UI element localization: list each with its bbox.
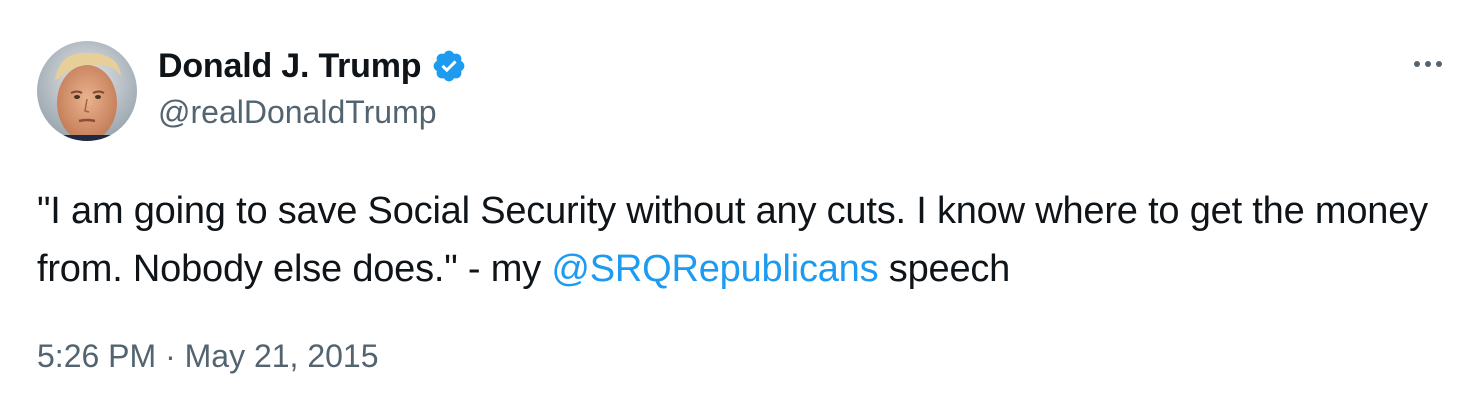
more-options-icon[interactable] [1406,52,1450,76]
author-handle[interactable]: @realDonaldTrump [158,94,467,131]
tweet-card: Donald J. Trump @realDonaldTrump "I am g… [0,0,1472,414]
more-dot [1436,61,1442,67]
author-avatar[interactable] [37,41,137,141]
tweet-timestamp[interactable]: 5:26 PM · May 21, 2015 [37,338,379,375]
author-display-name[interactable]: Donald J. Trump [158,47,422,86]
profile-photo-icon [37,41,137,141]
mention-link[interactable]: @SRQRepublicans [551,248,878,290]
more-dot [1425,61,1431,67]
verified-badge-icon[interactable] [431,48,467,84]
tweet-text: "I am going to save Social Security with… [37,182,1447,298]
tweet-text-after: speech [878,248,1011,290]
author-info: Donald J. Trump @realDonaldTrump [158,44,467,131]
more-dot [1414,61,1420,67]
name-row: Donald J. Trump [158,44,467,88]
